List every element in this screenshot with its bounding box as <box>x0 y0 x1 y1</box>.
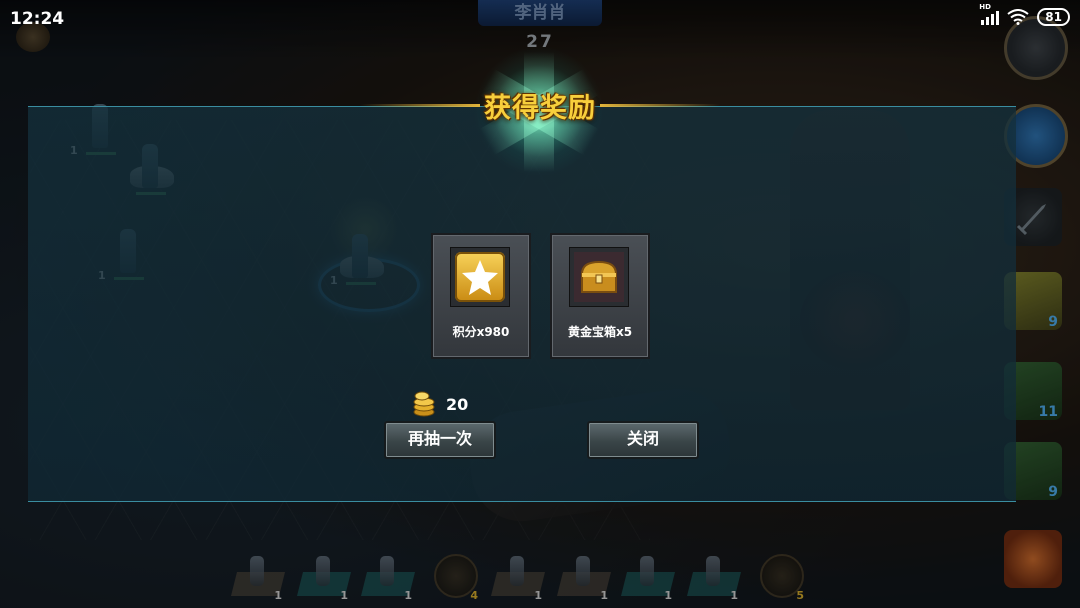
reward-icon-frame <box>569 247 629 307</box>
battery-icon: 81 <box>1037 8 1070 26</box>
reward-label: 黄金宝箱x5 <box>567 325 633 339</box>
star-icon <box>455 252 505 302</box>
close-button[interactable]: 关闭 <box>587 421 699 459</box>
reward-item: 黄金宝箱x5 <box>550 233 650 359</box>
reward-icon-frame <box>450 247 510 307</box>
treasure-chest-icon <box>574 252 624 302</box>
gold-coins-icon <box>413 391 435 417</box>
status-time: 12:24 <box>10 9 65 29</box>
signal-icon: HD <box>979 3 1000 25</box>
status-icons: HD 81 <box>979 3 1070 26</box>
draw-again-button[interactable]: 再抽一次 <box>384 421 496 459</box>
draw-cost: 20 <box>446 395 469 414</box>
wifi-icon <box>1007 9 1029 25</box>
reward-label: 积分x980 <box>452 325 510 339</box>
reward-item: 积分x980 <box>431 233 531 359</box>
dialog-title: 获得奖励 <box>484 93 596 124</box>
